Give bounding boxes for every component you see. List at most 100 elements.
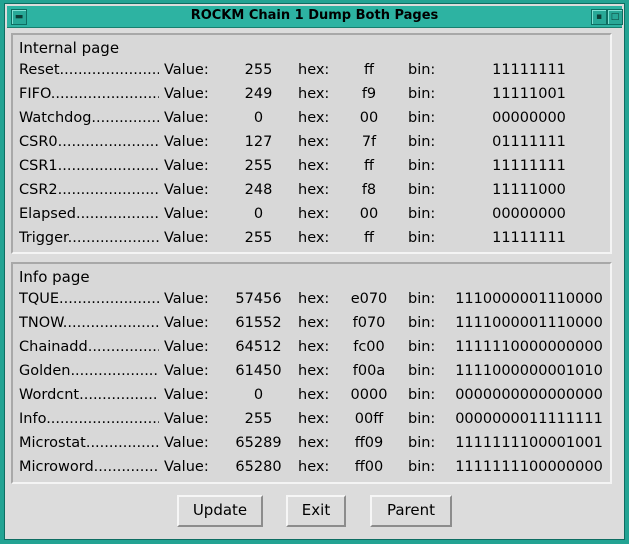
register-hex: ff: [364, 230, 374, 246]
bin-label: bin:: [408, 291, 436, 307]
bin-label: bin:: [408, 339, 436, 355]
register-name: Reset......................: [19, 62, 159, 78]
register-hex: fc00: [353, 339, 385, 355]
value-label: Value:: [164, 411, 209, 427]
bin-label: bin:: [408, 363, 436, 379]
register-name: Trigger.....................: [19, 230, 159, 246]
hex-label: hex:: [298, 134, 330, 150]
value-label: Value:: [164, 315, 209, 331]
maximize-icon[interactable]: □: [607, 9, 623, 25]
register-hex: ff: [364, 158, 374, 174]
register-value: 127: [244, 134, 273, 150]
bin-label: bin:: [408, 158, 436, 174]
value-label: Value:: [164, 206, 209, 222]
register-name: Microword..............: [19, 459, 159, 475]
register-name: CSR2........................: [19, 182, 159, 198]
register-bin: 0000000000000000: [455, 387, 603, 403]
register-row: TQUE........................ Value: 57456 h…: [13, 291, 610, 313]
register-name: Microstat................: [19, 435, 159, 451]
register-name: FIFO........................: [19, 86, 159, 102]
bin-label: bin:: [408, 411, 436, 427]
register-row: Trigger..................... Value: 255 hex…: [13, 230, 610, 252]
register-hex: ff: [364, 62, 374, 78]
register-hex: ff09: [354, 435, 384, 451]
register-name: Watchdog...............: [19, 110, 159, 126]
value-label: Value:: [164, 62, 209, 78]
register-row: CSR2........................ Value: 248 hex…: [13, 182, 610, 204]
value-label: Value:: [164, 230, 209, 246]
register-hex: f00a: [352, 363, 386, 379]
value-label: Value:: [164, 158, 209, 174]
register-hex: 00: [359, 206, 379, 222]
register-hex: f070: [352, 315, 386, 331]
register-hex: 00: [359, 110, 379, 126]
register-value: 255: [244, 62, 273, 78]
bin-label: bin:: [408, 62, 436, 78]
hex-label: hex:: [298, 435, 330, 451]
hex-label: hex:: [298, 291, 330, 307]
register-row: Reset...................... Value: 255 hex:…: [13, 62, 610, 84]
bin-label: bin:: [408, 86, 436, 102]
title-bar[interactable]: ▬ ROCKM Chain 1 Dump Both Pages ▪ □: [7, 6, 623, 28]
register-value: 255: [244, 230, 273, 246]
hex-label: hex:: [298, 62, 330, 78]
parent-button[interactable]: Parent: [370, 495, 452, 527]
register-name: Wordcnt..................: [19, 387, 159, 403]
hex-label: hex:: [298, 339, 330, 355]
hex-label: hex:: [298, 411, 330, 427]
register-bin: 11111111: [492, 230, 566, 246]
hex-label: hex:: [298, 206, 330, 222]
register-row: Golden..................... Value: 61450 he…: [13, 363, 610, 385]
register-row: CSR0........................ Value: 127 hex…: [13, 134, 610, 156]
register-hex: 0000: [350, 387, 388, 403]
register-name: Elapsed..................: [19, 206, 159, 222]
hex-label: hex:: [298, 315, 330, 331]
value-label: Value:: [164, 291, 209, 307]
minimize-icon[interactable]: ▪: [591, 9, 607, 25]
register-row: CSR1........................ Value: 255 hex…: [13, 158, 610, 180]
register-row: Wordcnt.................. Value: 0 hex: 0000…: [13, 387, 610, 409]
register-row: Info........................... Value: 255…: [13, 411, 610, 433]
bin-label: bin:: [408, 315, 436, 331]
register-row: Watchdog............... Value: 0 hex: 00 bin:…: [13, 110, 610, 132]
hex-label: hex:: [298, 363, 330, 379]
register-row: Chainadd................ Value: 64512 hex: f…: [13, 339, 610, 361]
value-label: Value:: [164, 86, 209, 102]
bin-label: bin:: [408, 206, 436, 222]
register-bin: 1111000000001010: [455, 363, 603, 379]
hex-label: hex:: [298, 387, 330, 403]
register-value: 249: [244, 86, 273, 102]
hex-label: hex:: [298, 182, 330, 198]
register-bin: 00000000: [492, 206, 566, 222]
register-name: TQUE........................: [19, 291, 159, 307]
register-value: 0: [253, 110, 264, 126]
register-bin: 11111000: [492, 182, 566, 198]
hex-label: hex:: [298, 230, 330, 246]
bin-label: bin:: [408, 459, 436, 475]
value-label: Value:: [164, 387, 209, 403]
register-name: Info...........................: [19, 411, 159, 427]
register-value: 57456: [235, 291, 282, 307]
exit-button[interactable]: Exit: [286, 495, 346, 527]
register-row: TNOW....................... Value: 61552 he…: [13, 315, 610, 337]
register-value: 248: [244, 182, 273, 198]
register-row: Elapsed.................. Value: 0 hex: 00 bi…: [13, 206, 610, 228]
hex-label: hex:: [298, 459, 330, 475]
register-bin: 11111001: [492, 86, 566, 102]
register-row: FIFO........................ Value: 249 hex…: [13, 86, 610, 108]
bin-label: bin:: [408, 182, 436, 198]
info-page-title: Info page: [19, 268, 90, 286]
register-hex: ff00: [354, 459, 384, 475]
register-value: 64512: [235, 339, 282, 355]
value-label: Value:: [164, 435, 209, 451]
register-row: Microstat................ Value: 65289 hex:…: [13, 435, 610, 457]
register-bin: 1111111100000000: [455, 459, 603, 475]
update-button[interactable]: Update: [177, 495, 263, 527]
register-hex: 00ff: [354, 411, 384, 427]
register-bin: 1111111100001001: [455, 435, 603, 451]
value-label: Value:: [164, 134, 209, 150]
value-label: Value:: [164, 110, 209, 126]
register-bin: 00000000: [492, 110, 566, 126]
value-label: Value:: [164, 182, 209, 198]
value-label: Value:: [164, 363, 209, 379]
